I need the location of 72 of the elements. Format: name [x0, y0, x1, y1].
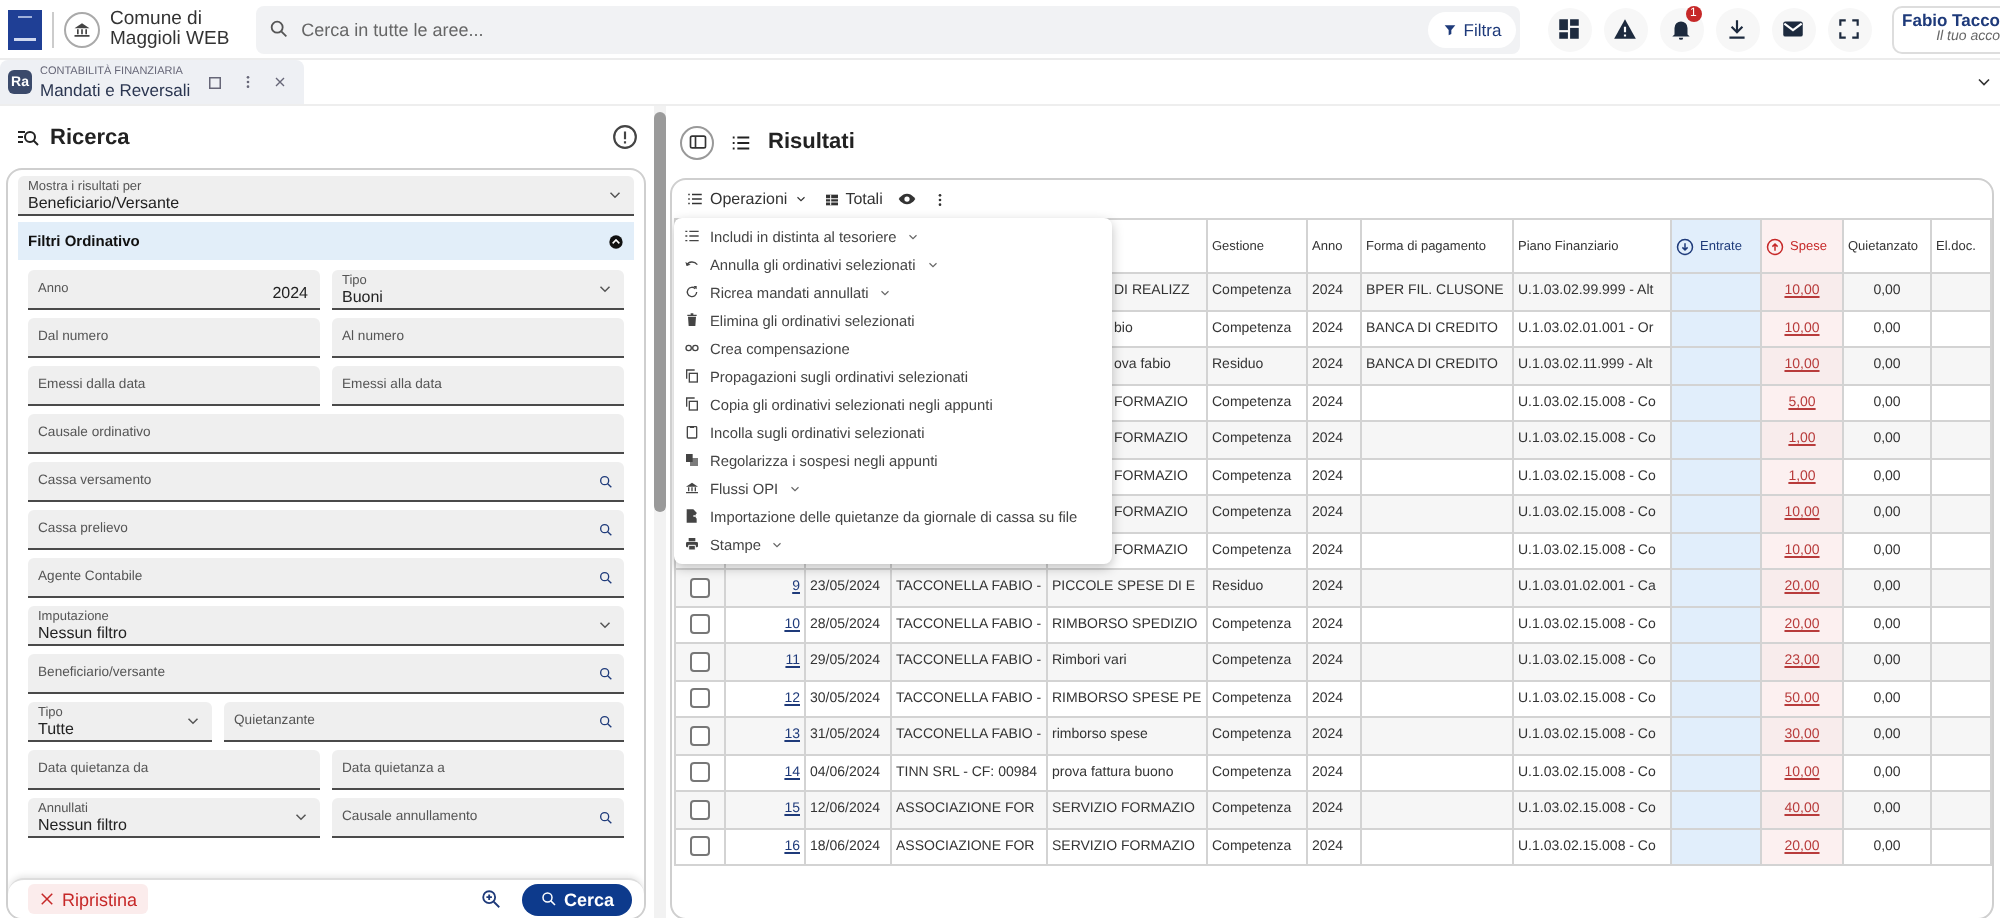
filter-button[interactable]: Filtra	[1427, 11, 1516, 47]
warning-icon	[1612, 16, 1639, 42]
eye-icon[interactable]	[898, 190, 917, 208]
list-icon	[730, 131, 752, 153]
checkbox[interactable]	[690, 762, 710, 783]
warning-button[interactable]	[1603, 7, 1648, 51]
zoom-in-icon[interactable]	[479, 888, 502, 910]
fullscreen-icon	[1836, 16, 1863, 42]
chevron-down-icon	[793, 192, 808, 206]
bank-icon	[72, 19, 92, 39]
search-icon	[598, 521, 614, 537]
list-search-icon	[16, 125, 40, 149]
mail-button[interactable]	[1771, 7, 1816, 51]
reset-button[interactable]: Ripristina	[28, 884, 148, 914]
search-icon	[598, 665, 614, 681]
panel-title: Ricerca	[50, 125, 130, 149]
copy-icon	[684, 396, 700, 412]
org-name: Comune di	[110, 9, 204, 29]
sidebar-icon	[687, 132, 707, 152]
download-button[interactable]	[1715, 7, 1760, 51]
arrow-down-circle-icon	[1676, 237, 1694, 255]
search-icon	[598, 809, 614, 825]
info-icon[interactable]	[612, 124, 638, 150]
undo-icon	[684, 256, 700, 272]
sidebar-toggle-button[interactable]	[680, 125, 714, 159]
collapse-icon	[608, 233, 624, 249]
chevron-down-icon	[770, 537, 785, 551]
mail-icon	[1780, 16, 1807, 42]
operations-button[interactable]: Operazioni	[686, 190, 808, 208]
menu-icon	[686, 190, 704, 208]
trash-icon	[684, 312, 700, 328]
file-import-icon	[684, 508, 700, 524]
search-icon	[598, 713, 614, 729]
table-icon	[823, 191, 840, 207]
search-icon	[539, 890, 558, 908]
search-icon	[598, 569, 614, 585]
checkbox[interactable]	[690, 688, 710, 709]
checkbox[interactable]	[690, 651, 710, 672]
chevron-down-icon	[878, 285, 893, 299]
search-field[interactable]: Cerca in tutte le aree... Filtra	[255, 5, 1520, 53]
copy-icon	[684, 368, 700, 384]
dashboard-icon	[1556, 16, 1583, 42]
checkbox[interactable]	[690, 725, 710, 746]
panel-title: Risultati	[768, 130, 855, 154]
pin-icon[interactable]	[206, 73, 225, 91]
search-icon	[598, 473, 614, 489]
scrollbar[interactable]	[654, 106, 666, 918]
dashboard-button[interactable]	[1547, 7, 1592, 51]
bank-icon	[684, 480, 700, 496]
checkbox[interactable]	[690, 614, 710, 635]
checkbox[interactable]	[690, 577, 710, 598]
refresh-icon	[684, 284, 700, 300]
checklist-icon	[684, 228, 700, 244]
download-icon	[1724, 16, 1751, 42]
checkbox[interactable]	[690, 799, 710, 820]
link-icon	[684, 340, 700, 356]
checkbox[interactable]	[690, 836, 710, 857]
filter-icon	[1441, 21, 1458, 37]
printer-icon	[684, 536, 700, 552]
totals-button[interactable]: Totali	[823, 190, 883, 208]
arrow-up-circle-icon	[1766, 237, 1784, 255]
org-name: Maggioli WEB	[110, 29, 230, 49]
search-icon	[267, 18, 290, 40]
close-icon	[38, 890, 56, 908]
search-button[interactable]: Cerca	[521, 883, 632, 915]
bell-icon	[1668, 16, 1695, 42]
close-icon[interactable]	[272, 74, 289, 90]
clipboard-icon	[684, 424, 700, 440]
chevron-down-icon	[788, 481, 803, 495]
logo	[8, 9, 42, 49]
fullscreen-button[interactable]	[1827, 7, 1872, 51]
documents-icon	[684, 452, 700, 468]
